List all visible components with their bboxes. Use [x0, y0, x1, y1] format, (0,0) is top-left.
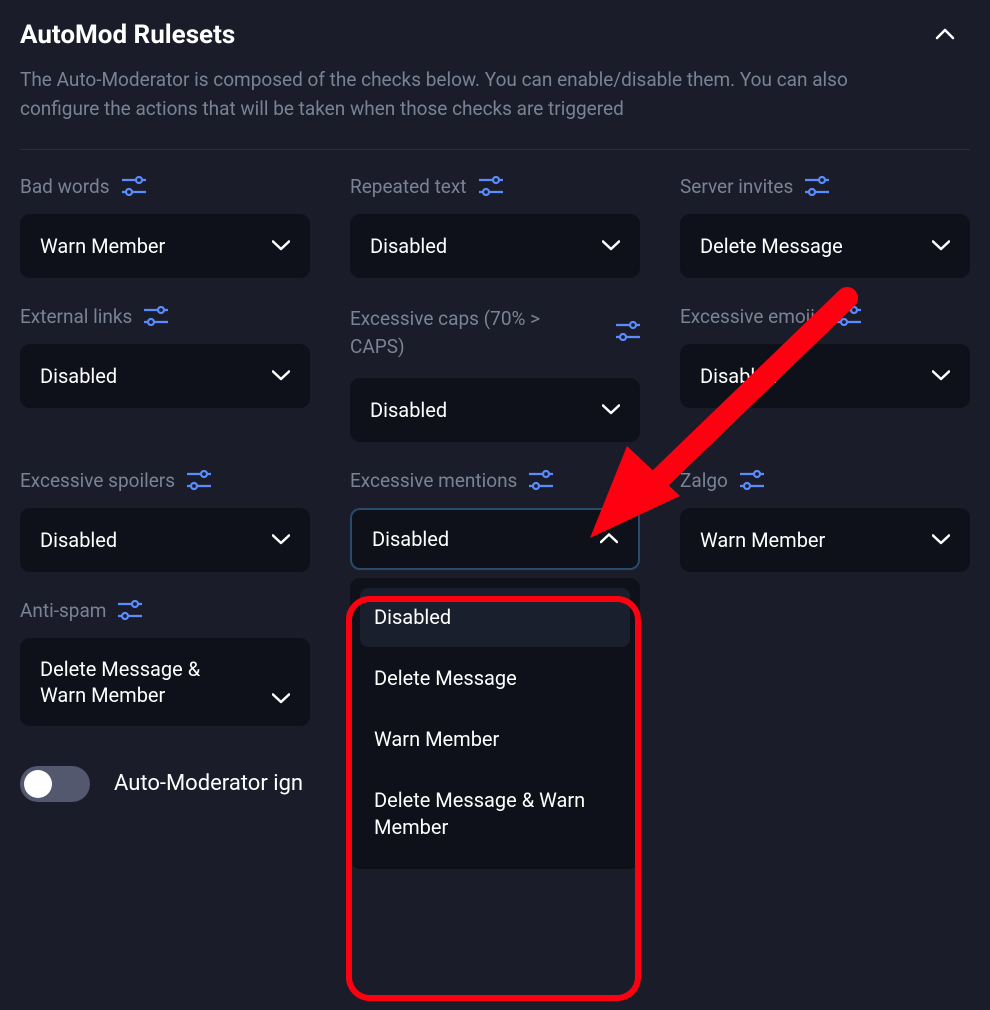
rule-select-anti-spam[interactable]: Delete Message & Warn Member [20, 638, 310, 726]
rule-excessive-emojis: Excessive emojis Disabled [680, 305, 970, 408]
chevron-down-icon [272, 240, 290, 251]
section-title: AutoMod Rulesets [20, 20, 235, 50]
rule-select-excessive-spoilers[interactable]: Disabled [20, 508, 310, 572]
select-value: Warn Member [40, 233, 165, 259]
rule-select-server-invites[interactable]: Delete Message [680, 214, 970, 278]
rule-select-repeated-text[interactable]: Disabled [350, 214, 640, 278]
select-value: Delete Message [700, 233, 843, 259]
sliders-icon[interactable] [479, 176, 503, 196]
chevron-down-icon [932, 534, 950, 545]
sliders-icon[interactable] [187, 470, 211, 490]
rule-select-excessive-emojis[interactable]: Disabled [680, 344, 970, 408]
rule-bad-words: Bad words Warn Member [20, 175, 310, 278]
rule-external-links: External links Disabled [20, 305, 310, 408]
rule-label: Bad words [20, 175, 110, 198]
rule-repeated-text: Repeated text Disabled [350, 175, 640, 278]
rule-excessive-spoilers: Excessive spoilers Disabled [20, 469, 310, 572]
toggle-knob [24, 770, 52, 798]
sliders-icon[interactable] [616, 321, 640, 341]
chevron-down-icon [272, 370, 290, 381]
sliders-icon[interactable] [122, 176, 146, 196]
rule-label: Excessive spoilers [20, 469, 175, 492]
select-value: Disabled [40, 363, 117, 389]
rule-select-excessive-mentions[interactable]: Disabled [350, 508, 640, 570]
sliders-icon[interactable] [740, 470, 764, 490]
select-value: Disabled [40, 527, 117, 553]
collapse-icon[interactable] [935, 28, 955, 40]
dropdown-item-disabled[interactable]: Disabled [360, 588, 630, 647]
select-value: Disabled [700, 363, 777, 389]
chevron-down-icon [272, 534, 290, 545]
rule-label: External links [20, 305, 132, 328]
auto-moderator-ignore-toggle[interactable] [20, 766, 90, 802]
rule-server-invites: Server invites Delete Message [680, 175, 970, 278]
select-value: Disabled [372, 526, 449, 552]
chevron-down-icon [602, 240, 620, 251]
rule-label: Excessive caps (70% > CAPS) [350, 305, 560, 362]
chevron-down-icon [932, 240, 950, 251]
rule-excessive-caps: Excessive caps (70% > CAPS) Disabled [350, 305, 640, 442]
divider [20, 149, 970, 150]
sliders-icon[interactable] [118, 600, 142, 620]
sliders-icon[interactable] [144, 306, 168, 326]
section-description: The Auto-Moderator is composed of the ch… [20, 65, 910, 124]
chevron-down-icon [272, 693, 290, 704]
rule-zalgo: Zalgo Warn Member [680, 469, 970, 572]
chevron-up-icon [600, 533, 618, 544]
rule-anti-spam: Anti-spam Delete Message & Warn Member [20, 599, 310, 726]
rule-select-zalgo[interactable]: Warn Member [680, 508, 970, 572]
select-value: Delete Message & Warn Member [40, 656, 240, 708]
select-value: Warn Member [700, 527, 825, 553]
dropdown-item-delete-message[interactable]: Delete Message [360, 649, 630, 708]
chevron-down-icon [602, 404, 620, 415]
select-value: Disabled [370, 233, 447, 259]
dropdown-item-warn-member[interactable]: Warn Member [360, 710, 630, 769]
rule-label: Excessive mentions [350, 469, 517, 492]
sliders-icon[interactable] [805, 176, 829, 196]
rule-label: Server invites [680, 175, 793, 198]
rule-label: Anti-spam [20, 599, 106, 622]
sliders-icon[interactable] [529, 470, 553, 490]
rule-excessive-mentions: Excessive mentions Disabled Disabled Del… [350, 469, 640, 570]
rule-label: Zalgo [680, 469, 728, 492]
dropdown-menu: Disabled Delete Message Warn Member Dele… [350, 578, 640, 869]
rule-label: Excessive emojis [680, 305, 825, 328]
rule-select-external-links[interactable]: Disabled [20, 344, 310, 408]
rule-select-excessive-caps[interactable]: Disabled [350, 378, 640, 442]
sliders-icon[interactable] [837, 306, 861, 326]
rule-select-bad-words[interactable]: Warn Member [20, 214, 310, 278]
rule-label: Repeated text [350, 175, 467, 198]
select-value: Disabled [370, 397, 447, 423]
dropdown-item-delete-and-warn[interactable]: Delete Message & Warn Member [360, 771, 630, 857]
chevron-down-icon [932, 370, 950, 381]
